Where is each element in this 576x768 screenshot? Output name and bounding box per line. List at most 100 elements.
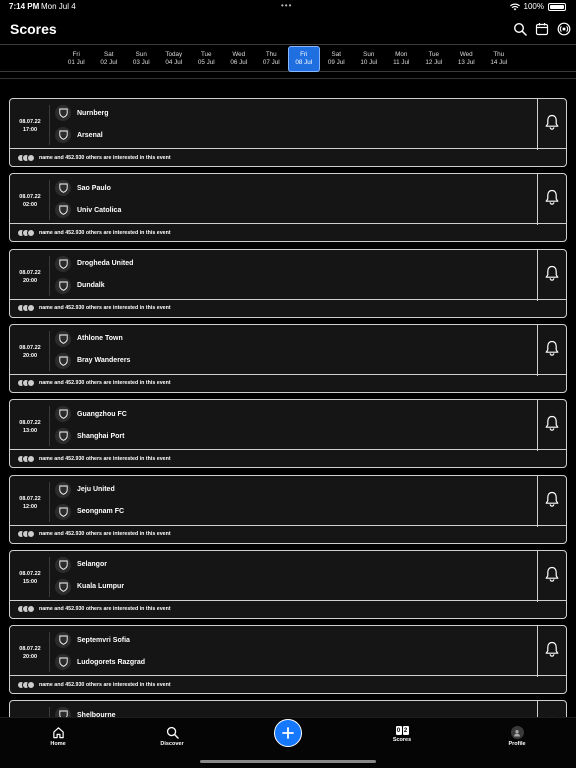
match-date: 08.07.22	[19, 495, 41, 502]
match-card[interactable]: 08.07.22 15:00 Selangor Kuala Lumpur name an…	[9, 549, 567, 619]
date-day-label: Wed	[232, 51, 246, 58]
match-list[interactable]: 08.07.22 17:00 Nurnberg Arsenal name and 452…	[9, 98, 567, 718]
date-item[interactable]: Mon 11 Jul	[385, 45, 418, 73]
home-team[interactable]: Nurnberg	[55, 105, 109, 121]
date-number-label: 02 Jul	[100, 59, 118, 66]
date-day-label: Today	[165, 51, 183, 58]
away-team[interactable]: Dundalk	[55, 277, 105, 294]
notify-bell-button[interactable]	[537, 174, 566, 226]
team-crest-icon	[55, 180, 71, 197]
status-date: Mon Jul 4	[41, 2, 76, 11]
avatar-stack	[17, 605, 35, 614]
match-card[interactable]: 08.07.22 17:00 Nurnberg Arsenal name and 452…	[9, 98, 567, 167]
tab-home[interactable]: Home	[28, 726, 88, 747]
match-date: 08.07.22	[19, 646, 41, 653]
match-datetime: 08.07.22 20:00	[14, 645, 46, 661]
battery-icon	[548, 2, 566, 11]
match-card[interactable]: 08.07.22 13:00 Guangzhou FC Shanghai Port na…	[9, 399, 567, 469]
home-icon	[52, 727, 64, 739]
date-item[interactable]: Today 04 Jul	[158, 45, 191, 73]
away-team-name: Univ Catolica	[77, 206, 122, 214]
live-icon[interactable]	[557, 22, 571, 36]
match-card[interactable]: Shelbourne	[9, 700, 567, 718]
home-team[interactable]: Athlone Town	[55, 330, 123, 347]
match-card[interactable]: 08.07.22 02:00 Sao Paulo Univ Catolica name …	[9, 173, 567, 243]
tab-scores-label: Scores	[392, 737, 412, 743]
interest-text: name and 452.930 others are interested i…	[39, 455, 171, 462]
notify-bell-button[interactable]	[537, 99, 566, 150]
notify-bell-button[interactable]	[537, 550, 566, 602]
date-item[interactable]: Sun 10 Jul	[353, 45, 386, 73]
date-item[interactable]: Sun 03 Jul	[125, 45, 158, 73]
home-team[interactable]: Sao Paulo	[55, 180, 111, 197]
wifi-icon	[509, 3, 520, 10]
match-card[interactable]: 08.07.22 20:00 Septemvri Sofia Ludogorets R…	[9, 625, 567, 695]
home-team[interactable]: Septemvri Sofia	[55, 632, 130, 649]
date-item[interactable]: Wed 13 Jul	[450, 45, 483, 73]
bell-icon	[545, 491, 559, 512]
away-team[interactable]: Ludogorets Razgrad	[55, 654, 145, 671]
divider	[49, 255, 50, 296]
match-datetime: 08.07.22 13:00	[14, 419, 46, 435]
calendar-icon[interactable]	[535, 22, 549, 36]
tab-profile[interactable]: Profile	[487, 726, 547, 747]
away-team[interactable]: Kuala Lumpur	[55, 578, 124, 595]
home-team[interactable]: Jeju United	[55, 481, 115, 498]
match-time: 17:00	[22, 127, 38, 133]
interest-bar: name and 452.930 others are interested i…	[10, 373, 566, 392]
match-date: 08.07.22	[19, 570, 41, 577]
date-selector: Fri 01 Jul Sat 02 Jul Sun 03 Jul Today 04 Jul Tu…	[60, 45, 515, 73]
interest-bar: name and 452.930 others are interested i…	[10, 675, 566, 693]
away-team[interactable]: Shanghai Port	[55, 428, 124, 445]
bell-icon	[545, 415, 559, 436]
notify-bell-button[interactable]	[537, 249, 566, 301]
date-item[interactable]: Sat 09 Jul	[320, 45, 353, 73]
notify-bell-button[interactable]	[537, 400, 566, 452]
match-card[interactable]: 08.07.22 20:00 Drogheda United Dundalk name …	[9, 248, 567, 318]
away-team[interactable]: Univ Catolica	[55, 202, 122, 219]
status-bar: 7:14 PM Mon Jul 4 ••• 100%	[0, 0, 576, 14]
date-number-label: 14 Jul	[490, 59, 508, 66]
notify-bell-button[interactable]	[537, 626, 566, 678]
date-item[interactable]: Tue 05 Jul	[190, 45, 223, 73]
date-item[interactable]: Fri 01 Jul	[60, 45, 93, 73]
interest-text: name and 452.930 others are interested i…	[39, 681, 171, 688]
home-team[interactable]: Guangzhou FC	[55, 406, 127, 423]
notify-bell-button[interactable]	[537, 701, 566, 718]
home-team-name: Guangzhou FC	[77, 410, 127, 418]
away-team[interactable]: Arsenal	[55, 127, 103, 143]
home-team[interactable]: Drogheda United	[55, 255, 133, 272]
bell-icon	[545, 340, 559, 361]
add-button[interactable]	[274, 719, 302, 747]
date-item[interactable]: Thu 07 Jul	[255, 45, 288, 73]
search-icon[interactable]	[513, 22, 527, 36]
date-item[interactable]: Wed 06 Jul	[223, 45, 256, 73]
tab-scores[interactable]: 0 2 Scores	[372, 726, 432, 743]
avatar-stack	[17, 153, 35, 162]
tab-discover[interactable]: Discover	[142, 726, 202, 747]
multitasking-dots-icon[interactable]: •••	[281, 1, 292, 10]
away-team[interactable]: Bray Wanderers	[55, 352, 131, 369]
date-item[interactable]: Thu 14 Jul	[483, 45, 516, 73]
avatar-stack	[17, 530, 35, 538]
date-item[interactable]: Tue 12 Jul	[418, 45, 451, 73]
avatar-stack	[17, 680, 35, 689]
date-item[interactable]: Sat 02 Jul	[93, 45, 126, 73]
away-team[interactable]: Seongnam FC	[55, 503, 124, 520]
match-card[interactable]: 08.07.22 20:00 Athlone Town Bray Wanderers n…	[9, 323, 567, 393]
away-team-name: Bray Wanderers	[77, 357, 131, 365]
date-item[interactable]: Fri 08 Jul	[287, 46, 320, 72]
date-day-label: Thu	[493, 51, 505, 58]
date-number-label: 12 Jul	[425, 59, 443, 66]
match-card[interactable]: 08.07.22 12:00 Jeju United Seongnam FC name …	[9, 474, 567, 544]
date-day-label: Mon	[395, 51, 408, 58]
home-team-name: Sao Paulo	[77, 184, 111, 192]
match-time: 12:00	[22, 503, 38, 510]
away-team-name: Arsenal	[77, 131, 103, 139]
interest-bar: name and 452.930 others are interested i…	[10, 449, 566, 467]
date-number-label: 05 Jul	[197, 59, 215, 66]
notify-bell-button[interactable]	[537, 475, 566, 527]
interest-bar: name and 452.930 others are interested i…	[10, 148, 566, 166]
home-team[interactable]: Selangor	[55, 556, 107, 573]
notify-bell-button[interactable]	[537, 324, 566, 376]
